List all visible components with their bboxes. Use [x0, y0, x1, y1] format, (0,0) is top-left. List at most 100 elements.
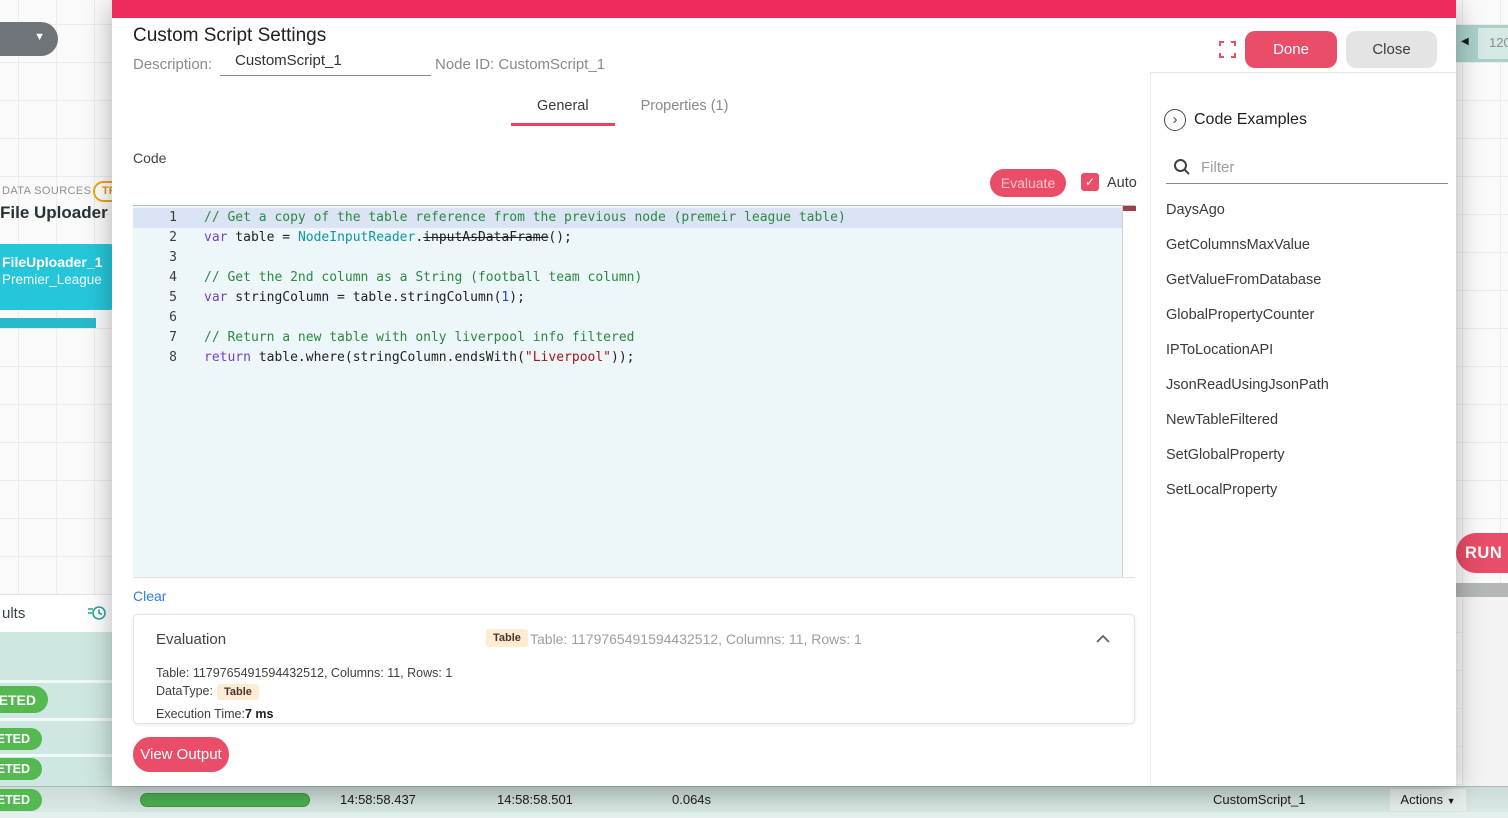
code-text: // Return a new table with only liverpoo… [177, 328, 634, 348]
search-icon [1173, 158, 1191, 181]
datatype-row: DataType: Table [156, 684, 259, 698]
panel-divider [1456, 583, 1508, 597]
done-button[interactable]: Done [1245, 31, 1337, 68]
execution-time-label: Execution Time: [156, 707, 245, 721]
code-example-item[interactable]: GetColumnsMaxValue [1166, 228, 1448, 263]
close-button[interactable]: Close [1346, 31, 1437, 68]
line-number: 4 [133, 268, 177, 288]
auto-checkbox[interactable]: ✓ [1081, 173, 1099, 191]
line-number: 5 [133, 288, 177, 308]
evaluate-button[interactable]: Evaluate [990, 169, 1066, 197]
chevron-down-icon: ▼ [34, 31, 45, 43]
file-uploader-node[interactable]: FileUploader_1 Premier_League [0, 244, 118, 310]
code-line[interactable]: 4// Get the 2nd column as a String (foot… [133, 268, 1122, 288]
code-editor[interactable]: 1// Get a copy of the table reference fr… [133, 205, 1135, 578]
editor-scrollbar[interactable] [1122, 206, 1135, 577]
canvas-dropdown-pill[interactable]: ▼ [0, 22, 58, 56]
code-line[interactable]: 3 [133, 248, 1122, 268]
row-separator [0, 680, 113, 683]
code-examples-title: Code Examples [1194, 111, 1307, 129]
end-time: 14:58:58.501 [497, 792, 573, 807]
bottom-strip [0, 812, 1508, 818]
node-subtitle: Premier_League [2, 271, 118, 289]
results-toolbar: ults [0, 595, 113, 632]
fullscreen-icon[interactable] [1219, 41, 1236, 58]
chevron-down-icon: ▼ [1447, 796, 1456, 806]
datatype-badge: Table [217, 684, 259, 700]
collapsed-panel[interactable]: ◀ 120 [1456, 25, 1508, 62]
line-number: 1 [133, 208, 177, 228]
tab-general[interactable]: General [511, 94, 615, 126]
code-line[interactable]: 8return table.where(stringColumn.endsWit… [133, 348, 1122, 368]
tab-bar: General Properties (1) [511, 94, 754, 126]
filter-underline [1166, 183, 1448, 184]
chevron-right-circle-icon[interactable]: › [1164, 109, 1186, 131]
code-example-item[interactable]: GlobalPropertyCounter [1166, 298, 1448, 333]
code-example-item[interactable]: SetGlobalProperty [1166, 438, 1448, 473]
collapsed-panel-value: 120 [1489, 35, 1508, 50]
node-status-bar [0, 318, 96, 328]
code-example-item[interactable]: NewTableFiltered [1166, 403, 1448, 438]
view-output-button[interactable]: View Output [133, 737, 229, 772]
status-badge-completed: LETED [0, 758, 42, 780]
status-badge-completed: LETED [0, 789, 42, 811]
code-text: // Get the 2nd column as a String (footb… [177, 268, 642, 288]
description-input[interactable] [220, 46, 431, 76]
clear-link[interactable]: Clear [133, 588, 166, 604]
auto-checkbox-label: Auto [1107, 175, 1137, 191]
code-example-item[interactable]: SetLocalProperty [1166, 473, 1448, 508]
code-line[interactable]: 2var table = NodeInputReader.inputAsData… [133, 228, 1122, 248]
code-text [177, 308, 212, 328]
data-sources-label: DATA SOURCES [2, 185, 91, 197]
code-example-item[interactable]: GetValueFromDatabase [1166, 263, 1448, 298]
start-time: 14:58:58.437 [340, 792, 416, 807]
row-separator [0, 754, 113, 757]
code-text: // Get a copy of the table reference fro… [177, 208, 846, 228]
code-examples-list: DaysAgoGetColumnsMaxValueGetValueFromDat… [1166, 193, 1448, 508]
tab-properties[interactable]: Properties (1) [615, 94, 755, 126]
code-line[interactable]: 1// Get a copy of the table reference fr… [133, 208, 1122, 228]
code-text [177, 248, 212, 268]
history-clock-icon[interactable] [87, 603, 107, 628]
status-node-name: CustomScript_1 [1213, 792, 1305, 807]
execution-time-value: 7 ms [245, 707, 274, 721]
description-label: Description: [133, 56, 212, 73]
dialog-title: Custom Script Settings [133, 25, 326, 47]
evaluation-summary: Table: 1179765491594432512, Columns: 11,… [530, 631, 862, 647]
line-number: 7 [133, 328, 177, 348]
node-type-title: File Uploader [0, 203, 108, 223]
execution-time-row: Execution Time:7 ms [156, 707, 273, 721]
collapse-left-icon[interactable]: ◀ [1461, 36, 1469, 47]
code-line[interactable]: 7// Return a new table with only liverpo… [133, 328, 1122, 348]
datatype-label: DataType: [156, 684, 213, 698]
code-example-item[interactable]: JsonReadUsingJsonPath [1166, 368, 1448, 403]
scrollbar-thumb[interactable] [1123, 206, 1136, 211]
code-example-item[interactable]: DaysAgo [1166, 193, 1448, 228]
code-text: var table = NodeInputReader.inputAsDataF… [177, 228, 572, 248]
execution-status-bar: 14:58:58.437 14:58:58.501 0.064s CustomS… [0, 786, 1508, 812]
duration: 0.064s [672, 792, 711, 807]
evaluation-title: Evaluation [156, 631, 226, 648]
node-id-label: Node ID: CustomScript_1 [435, 56, 605, 73]
code-example-item[interactable]: IPToLocationAPI [1166, 333, 1448, 368]
line-number: 6 [133, 308, 177, 328]
line-number: 3 [133, 248, 177, 268]
row-separator [0, 718, 113, 721]
actions-button[interactable]: Actions ▼ [1390, 789, 1466, 811]
line-number: 8 [133, 348, 177, 368]
code-section-label: Code [133, 150, 166, 166]
dialog-accent-bar [112, 0, 1456, 18]
filter-input[interactable] [1201, 155, 1436, 179]
run-button[interactable]: RUN [1456, 533, 1508, 573]
code-line[interactable]: 6 [133, 308, 1122, 328]
evaluation-detail: Table: 1179765491594432512, Columns: 11,… [156, 666, 452, 680]
code-text: var stringColumn = table.stringColumn(1)… [177, 288, 525, 308]
chevron-up-icon[interactable] [1096, 630, 1110, 648]
code-line[interactable]: 5var stringColumn = table.stringColumn(1… [133, 288, 1122, 308]
progress-bar [140, 793, 310, 807]
code-lines[interactable]: 1// Get a copy of the table reference fr… [133, 206, 1122, 577]
code-text: return table.where(stringColumn.endsWith… [177, 348, 634, 368]
status-badge-completed: LETED [0, 728, 42, 750]
custom-script-settings-dialog: Custom Script Settings Description: Node… [112, 0, 1456, 786]
line-number: 2 [133, 228, 177, 248]
